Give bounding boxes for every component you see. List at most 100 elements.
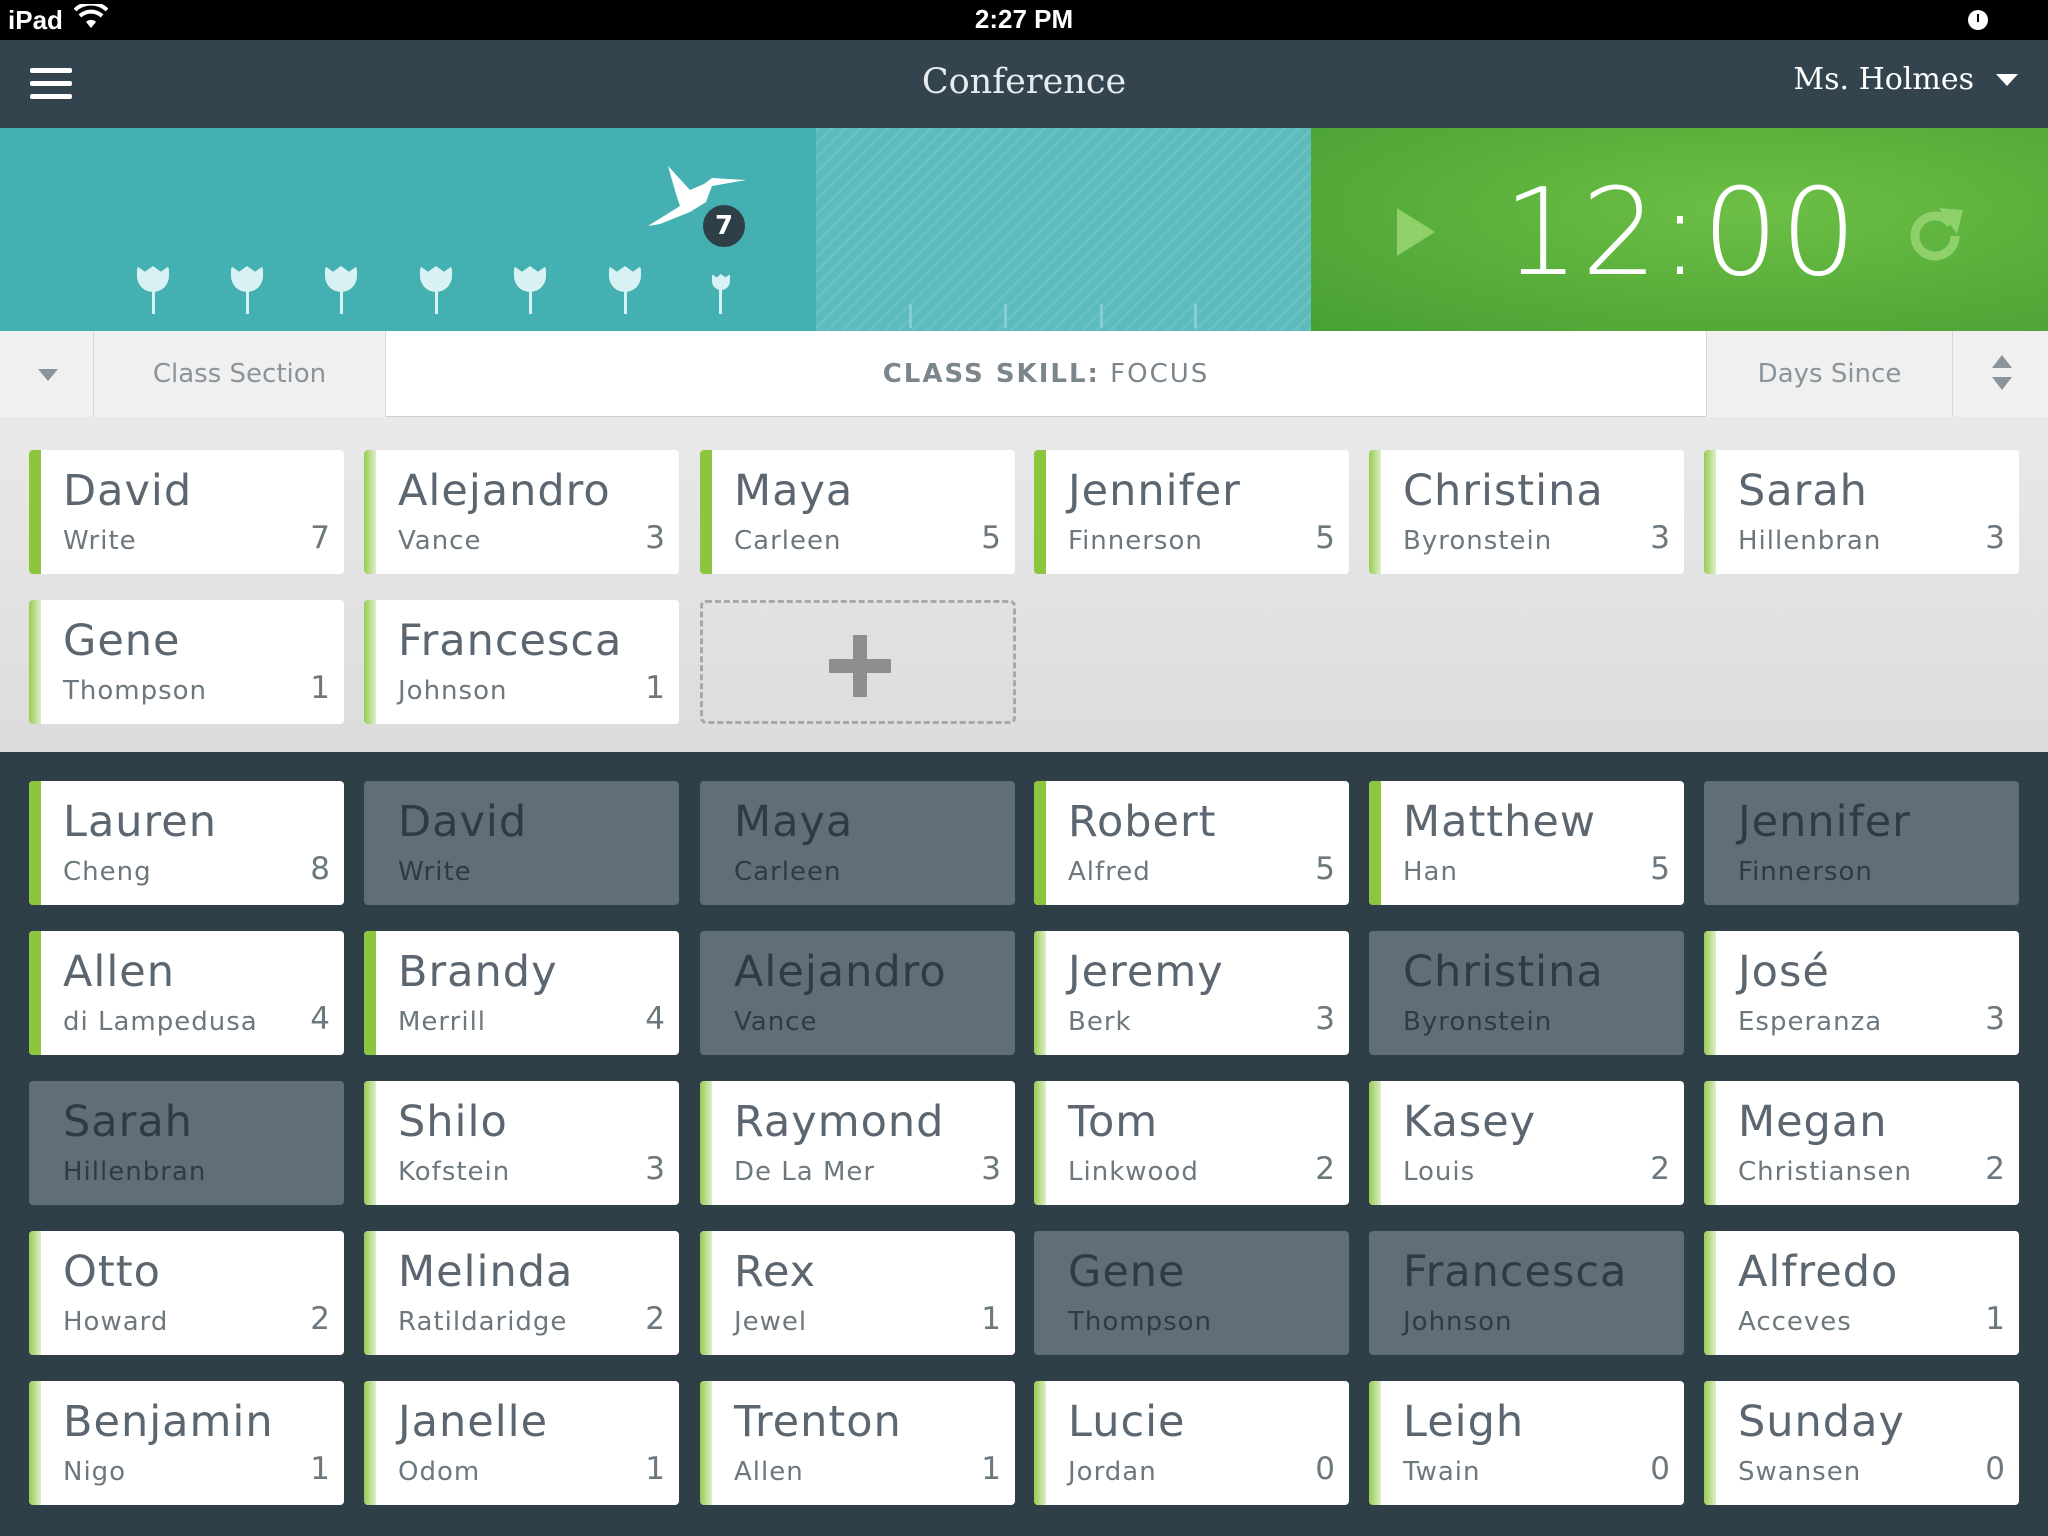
student-first-name: Sarah [1738,466,1868,516]
student-card[interactable]: Otto Howard 2 [29,1231,344,1355]
student-card[interactable]: Matthew Han 5 [1369,781,1684,905]
score-indicator [700,1231,712,1355]
student-count: 2 [1985,1151,2005,1187]
student-first-name: Leigh [1403,1397,1525,1447]
sort-icon[interactable] [1952,331,2048,417]
score-indicator [1369,781,1381,905]
student-last-name: Johnson [1403,1307,1513,1337]
student-card[interactable]: Kasey Louis 2 [1369,1081,1684,1205]
student-count: 5 [1315,851,1335,887]
student-card[interactable]: Shilo Kofstein 3 [364,1081,679,1205]
student-count: 0 [1985,1451,2005,1487]
student-card[interactable]: Melinda Ratildaridge 2 [364,1231,679,1355]
section-dropdown-button[interactable] [0,331,94,417]
student-card[interactable]: Sunday Swansen 0 [1704,1381,2019,1505]
student-card[interactable]: Raymond De La Mer 3 [700,1081,1015,1205]
timer-display: 12:00 [1503,164,1859,303]
student-last-name: Alfred [1068,857,1151,887]
student-count: 8 [310,851,330,887]
flower-icon [418,264,454,314]
student-first-name: Benjamin [63,1397,274,1447]
score-indicator [1034,450,1046,574]
plus-icon-stem [853,635,867,697]
student-card[interactable]: Francesca Johnson 1 [364,600,679,724]
student-last-name: Vance [398,526,482,556]
flower-icon [135,264,171,314]
student-card[interactable]: Megan Christiansen 2 [1704,1081,2019,1205]
student-card[interactable]: Jennifer Finnerson 5 [1034,450,1349,574]
score-indicator [29,600,41,724]
student-card[interactable]: Jennifer Finnerson [1704,781,2019,905]
student-card[interactable]: Christina Byronstein 3 [1369,450,1684,574]
progress-tick [1100,304,1103,328]
student-first-name: Alfredo [1738,1247,1899,1297]
student-card[interactable]: José Esperanza 3 [1704,931,2019,1055]
score-indicator [1704,450,1716,574]
class-section-button[interactable]: Class Section [94,331,386,417]
student-count: 2 [310,1301,330,1337]
timer-panel: 12:00 [1311,128,2048,331]
student-card[interactable]: Sarah Hillenbran 3 [1704,450,2019,574]
days-since-button[interactable]: Days Since [1706,331,1952,417]
student-first-name: Janelle [398,1397,549,1447]
student-card[interactable]: Allen di Lampedusa 4 [29,931,344,1055]
student-last-name: Jewel [734,1307,808,1337]
student-last-name: Thompson [1068,1307,1213,1337]
score-indicator [29,450,41,574]
class-skill-label: CLASS SKILL: FOCUS [386,331,1706,417]
student-card[interactable]: Gene Thompson [1034,1231,1349,1355]
student-count: 4 [310,1001,330,1037]
student-card[interactable]: Lucie Jordan 0 [1034,1381,1349,1505]
student-first-name: Jennifer [1738,797,1911,847]
student-card[interactable]: David Write [364,781,679,905]
student-last-name: Christiansen [1738,1157,1912,1187]
user-menu-button[interactable]: Ms. Holmes [1793,62,2018,97]
student-card[interactable]: Lauren Cheng 8 [29,781,344,905]
student-card[interactable]: Rex Jewel 1 [700,1231,1015,1355]
student-last-name: Hillenbran [1738,526,1882,556]
student-card[interactable]: Christina Byronstein [1369,931,1684,1055]
student-last-name: Allen [734,1457,804,1487]
student-first-name: Kasey [1403,1097,1537,1147]
student-count: 3 [645,520,665,556]
student-card[interactable]: Maya Carleen 5 [700,450,1015,574]
student-card[interactable]: Sarah Hillenbran [29,1081,344,1205]
student-first-name: Gene [1068,1247,1186,1297]
play-icon[interactable] [1397,208,1435,256]
student-first-name: Robert [1068,797,1217,847]
student-card[interactable]: Francesca Johnson [1369,1231,1684,1355]
student-card[interactable]: Brandy Merrill 4 [364,931,679,1055]
student-card[interactable]: Gene Thompson 1 [29,600,344,724]
student-last-name: Vance [734,1007,818,1037]
student-last-name: Carleen [734,857,842,887]
student-card[interactable]: Jeremy Berk 3 [1034,931,1349,1055]
student-card[interactable]: Trenton Allen 1 [700,1381,1015,1505]
add-student-button[interactable] [700,600,1016,724]
student-card[interactable]: Robert Alfred 5 [1034,781,1349,905]
student-last-name: Johnson [398,676,508,706]
student-card[interactable]: Alejandro Vance 3 [364,450,679,574]
student-card[interactable]: David Write 7 [29,450,344,574]
student-first-name: Jennifer [1068,466,1241,516]
flower-icon [229,264,265,314]
student-first-name: Sarah [63,1097,193,1147]
student-count: 3 [1650,520,1670,556]
student-last-name: Carleen [734,526,842,556]
student-card[interactable]: Tom Linkwood 2 [1034,1081,1349,1205]
student-first-name: Rex [734,1247,817,1297]
student-first-name: Brandy [398,947,558,997]
score-indicator [1369,1081,1381,1205]
score-indicator [1034,1381,1046,1505]
student-count: 2 [645,1301,665,1337]
student-card[interactable]: Benjamin Nigo 1 [29,1381,344,1505]
student-last-name: Berk [1068,1007,1132,1037]
student-card[interactable]: Maya Carleen [700,781,1015,905]
student-card[interactable]: Alejandro Vance [700,931,1015,1055]
student-card[interactable]: Alfredo Acceves 1 [1704,1231,2019,1355]
student-card[interactable]: Leigh Twain 0 [1369,1381,1684,1505]
score-indicator [364,600,376,724]
student-last-name: Han [1403,857,1458,887]
student-card[interactable]: Janelle Odom 1 [364,1381,679,1505]
reset-icon[interactable] [1905,202,1965,262]
student-first-name: Shilo [398,1097,508,1147]
